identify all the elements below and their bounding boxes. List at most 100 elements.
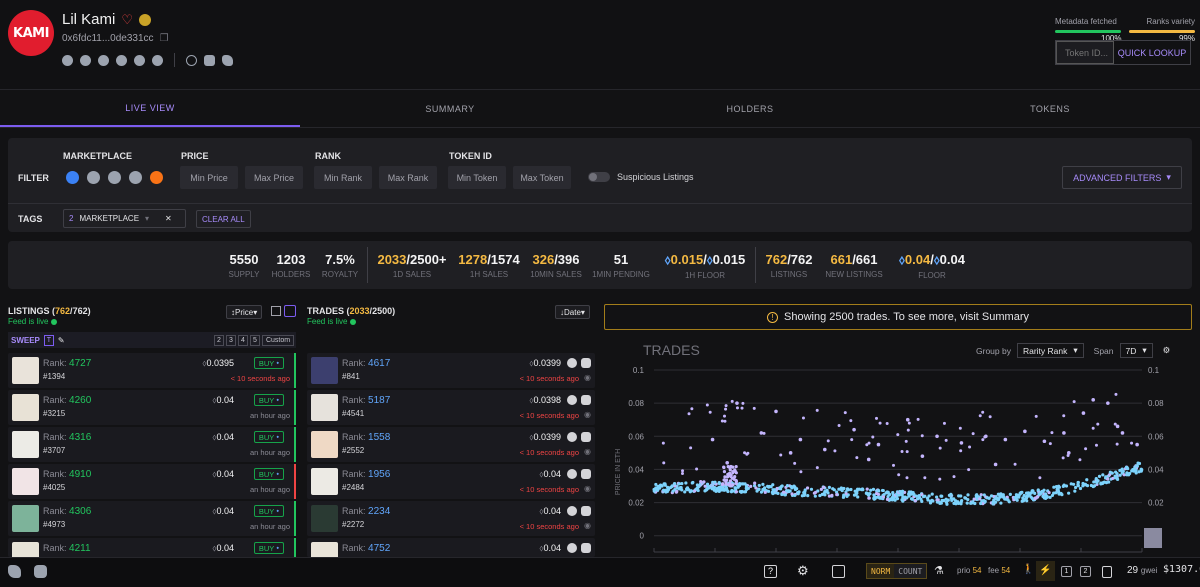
eye-icon[interactable]: ◉ bbox=[584, 373, 591, 382]
gear-icon[interactable]: ⚙ bbox=[1163, 345, 1171, 356]
group-by-select[interactable]: Rarity Rank ▾ bbox=[1016, 343, 1084, 358]
min-price-input[interactable]: Min Price bbox=[180, 166, 238, 189]
rank-label: Rank: bbox=[43, 395, 70, 405]
eye-icon[interactable]: ◉ bbox=[584, 484, 591, 493]
slot-2-icon[interactable]: 2 bbox=[1080, 566, 1091, 577]
sweep-custom-button[interactable]: Custom bbox=[262, 334, 294, 346]
listing-item[interactable]: Rank: 4306 #4973 ⬨0.04 BUY ⬩ an hour ago bbox=[8, 501, 296, 536]
slot-1-icon[interactable]: 1 bbox=[1061, 566, 1072, 577]
chart-icon[interactable] bbox=[581, 543, 591, 553]
trade-point bbox=[766, 484, 770, 488]
trade-item[interactable]: Rank: 1956 #2484 ⬨0.04 < 10 seconds ago ◉ bbox=[307, 464, 595, 499]
chart-link-icon[interactable] bbox=[152, 54, 163, 66]
calendar-icon[interactable] bbox=[832, 565, 845, 578]
blur-filter-icon[interactable] bbox=[150, 171, 163, 184]
trade-point bbox=[734, 481, 738, 486]
sweep-tool-icon[interactable] bbox=[284, 305, 296, 317]
chart-icon[interactable] bbox=[581, 432, 591, 442]
pencil-icon[interactable]: ✎ bbox=[58, 336, 65, 345]
buy-button[interactable]: BUY ⬩ bbox=[254, 505, 284, 517]
sudoswap-filter-icon[interactable] bbox=[129, 171, 142, 184]
gem-icon[interactable] bbox=[134, 54, 145, 66]
trade-item[interactable]: Rank: 4752⬨0.04◉ bbox=[307, 538, 595, 569]
website-icon[interactable] bbox=[186, 54, 197, 66]
x2y2-filter-icon[interactable] bbox=[108, 171, 121, 184]
min-token-input[interactable]: Min Token bbox=[448, 166, 506, 189]
trade-item[interactable]: Rank: 4617 #841 ⬨0.0399 < 10 seconds ago ◉ bbox=[307, 353, 595, 388]
looksrare-filter-icon[interactable] bbox=[87, 171, 100, 184]
eye-icon[interactable]: ◉ bbox=[584, 410, 591, 419]
tab-tokens[interactable]: TOKENS bbox=[900, 90, 1200, 127]
chart-icon[interactable] bbox=[581, 395, 591, 405]
tab-live-view[interactable]: LIVE VIEW bbox=[0, 90, 300, 127]
buy-button[interactable]: BUY ⬩ bbox=[254, 542, 284, 554]
sudoswap-icon[interactable] bbox=[116, 54, 127, 66]
max-rank-input[interactable]: Max Rank bbox=[379, 166, 437, 189]
buy-button[interactable]: BUY ⬩ bbox=[254, 394, 284, 406]
trade-item[interactable]: Rank: 1558 #2552 ⬨0.0399 < 10 seconds ago ◉ bbox=[307, 427, 595, 462]
close-icon[interactable]: ✕ bbox=[165, 214, 172, 223]
listings-checkbox[interactable] bbox=[271, 306, 281, 316]
status-edge bbox=[294, 538, 296, 557]
walk-icon[interactable]: 🚶 bbox=[1022, 564, 1034, 575]
opensea-filter-icon[interactable] bbox=[66, 171, 79, 184]
chart-icon[interactable] bbox=[581, 358, 591, 368]
lightning-icon[interactable]: ⚡ bbox=[1036, 561, 1055, 581]
opensea-icon[interactable] bbox=[62, 54, 73, 66]
trade-point bbox=[900, 489, 905, 493]
token-id: #2272 bbox=[342, 520, 365, 529]
chart-icon[interactable] bbox=[581, 469, 591, 479]
discord-icon[interactable] bbox=[34, 565, 47, 578]
x2y2-icon[interactable] bbox=[98, 54, 109, 66]
listings-sort-button[interactable]: ↕ Price ▾ bbox=[226, 305, 263, 319]
span-select[interactable]: 7D ▾ bbox=[1119, 343, 1153, 358]
flask-icon[interactable]: ⚗ bbox=[934, 564, 944, 577]
quick-lookup-button[interactable]: QUICK LOOKUP bbox=[1114, 41, 1190, 64]
listing-item[interactable]: Rank: 4910 #4025 ⬨0.04 BUY ⬩ an hour ago bbox=[8, 464, 296, 499]
help-icon[interactable]: ? bbox=[764, 565, 777, 578]
rank-label: Rank: bbox=[342, 469, 369, 479]
sweep-4-button[interactable]: 4 bbox=[238, 334, 248, 346]
suspicious-toggle[interactable] bbox=[588, 172, 610, 182]
max-token-input[interactable]: Max Token bbox=[513, 166, 571, 189]
trade-point bbox=[1000, 494, 1004, 498]
listing-item[interactable]: Rank: 4260 #3215 ⬨0.04 BUY ⬩ an hour ago bbox=[8, 390, 296, 425]
looksrare-icon[interactable] bbox=[80, 54, 91, 66]
trade-point bbox=[982, 499, 986, 503]
buy-button[interactable]: BUY ⬩ bbox=[254, 357, 284, 369]
trades-sort-button[interactable]: ↓ Date ▾ bbox=[555, 305, 590, 319]
sweep-3-button[interactable]: 3 bbox=[226, 334, 236, 346]
twitter-icon[interactable] bbox=[8, 565, 21, 578]
listing-item[interactable]: Rank: 4316 #3707 ⬨0.04 BUY ⬩ an hour ago bbox=[8, 427, 296, 462]
buy-button[interactable]: BUY ⬩ bbox=[254, 468, 284, 480]
eye-icon[interactable]: ◉ bbox=[584, 521, 591, 530]
listing-item[interactable]: Rank: 4727 #1394 ⬨0.0395 BUY ⬩ < 10 seconds … bbox=[8, 353, 296, 388]
settings-gear-icon[interactable]: ⚙ bbox=[797, 563, 809, 579]
twitter-icon[interactable] bbox=[222, 54, 233, 66]
rank-line: Rank: 5187 bbox=[342, 395, 390, 406]
trade-item[interactable]: Rank: 2234 #2272 ⬨0.04 < 10 seconds ago ◉ bbox=[307, 501, 595, 536]
advanced-filters-button[interactable]: ADVANCED FILTERS ▾ bbox=[1062, 166, 1182, 189]
sweep-5-button[interactable]: 5 bbox=[250, 334, 260, 346]
sweep-label[interactable]: SWEEP bbox=[11, 336, 40, 345]
tab-holders[interactable]: HOLDERS bbox=[600, 90, 900, 127]
norm-count-toggle[interactable]: NORM COUNT bbox=[866, 563, 928, 579]
buy-button[interactable]: BUY ⬩ bbox=[254, 431, 284, 443]
max-price-input[interactable]: Max Price bbox=[245, 166, 303, 189]
trade-point bbox=[938, 446, 942, 450]
trade-item[interactable]: Rank: 5187 #4541 ⬨0.0398 < 10 seconds ago ◉ bbox=[307, 390, 595, 425]
sweep-t-button[interactable]: T bbox=[43, 334, 54, 346]
heart-icon[interactable]: ♡ bbox=[121, 12, 133, 28]
sweep-2-button[interactable]: 2 bbox=[214, 334, 224, 346]
listing-item[interactable]: Rank: 4211 ⬨0.04 BUY ⬩ bbox=[8, 538, 296, 569]
clear-all-button[interactable]: CLEAR ALL bbox=[196, 210, 251, 228]
min-rank-input[interactable]: Min Rank bbox=[314, 166, 372, 189]
trade-point bbox=[761, 482, 765, 486]
chart-icon[interactable] bbox=[581, 506, 591, 516]
eye-icon[interactable]: ◉ bbox=[584, 447, 591, 456]
tab-summary[interactable]: SUMMARY bbox=[300, 90, 600, 127]
tag-select[interactable]: 2 MARKETPLACE ▾ ✕ bbox=[63, 209, 186, 228]
token-id-input[interactable] bbox=[1056, 41, 1114, 64]
copy-icon[interactable]: ❐ bbox=[160, 33, 169, 44]
discord-icon[interactable] bbox=[204, 54, 215, 66]
